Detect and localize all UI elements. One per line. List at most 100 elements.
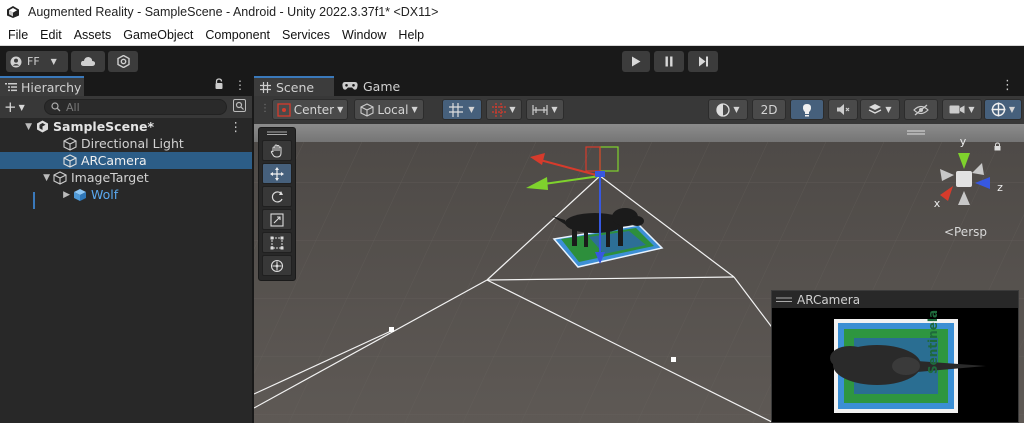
snap-settings-dropdown[interactable]: ▼ bbox=[526, 99, 564, 120]
chevron-down-icon: ▼ bbox=[18, 102, 25, 112]
lightbulb-icon bbox=[802, 103, 812, 116]
cloud-button[interactable] bbox=[71, 51, 105, 72]
frustum-handle[interactable] bbox=[389, 327, 394, 332]
grid-snap-toggle[interactable]: ▼ bbox=[442, 99, 482, 120]
hand-tool-button[interactable] bbox=[262, 140, 292, 161]
tab-scene-label: Scene bbox=[276, 79, 315, 95]
expand-arrow-icon[interactable]: ▼ bbox=[0, 122, 34, 132]
projection-label: Persp bbox=[954, 225, 987, 239]
tree-item-label: Wolf bbox=[91, 187, 119, 202]
play-icon bbox=[632, 56, 641, 67]
kebab-menu-icon[interactable]: ⋮ bbox=[230, 119, 243, 134]
scale-tool-button[interactable] bbox=[262, 209, 292, 230]
rotate-tool-button[interactable] bbox=[262, 186, 292, 207]
chevron-down-icon: ▼ bbox=[468, 105, 475, 114]
hierarchy-panel: Hierarchy ⋮ + ▼ ▼ SampleS bbox=[0, 76, 252, 423]
unity-logo-icon bbox=[7, 6, 19, 18]
transform-icon bbox=[270, 259, 284, 272]
tree-item-samplescene[interactable]: ▼ SampleScene* ⋮ bbox=[0, 118, 252, 135]
step-button[interactable] bbox=[688, 51, 718, 72]
drag-handle-icon[interactable] bbox=[259, 128, 295, 138]
unity-scene-icon bbox=[34, 119, 50, 135]
menu-window[interactable]: Window bbox=[336, 28, 392, 42]
account-button[interactable]: FF ▼ bbox=[6, 51, 68, 72]
add-button[interactable]: + ▼ bbox=[4, 98, 28, 116]
search-filter-icon[interactable] bbox=[233, 99, 246, 115]
tab-hierarchy[interactable]: Hierarchy bbox=[0, 76, 84, 96]
play-button[interactable] bbox=[622, 51, 650, 72]
increment-snap-toggle[interactable]: ▼ bbox=[486, 99, 522, 120]
menu-assets[interactable]: Assets bbox=[68, 28, 118, 42]
tree-item-arcamera[interactable]: ARCamera bbox=[0, 152, 252, 169]
tree-item-directional-light[interactable]: Directional Light bbox=[0, 135, 252, 152]
scale-icon bbox=[270, 212, 284, 227]
pause-button[interactable] bbox=[654, 51, 684, 72]
rect-tool-button[interactable] bbox=[262, 232, 292, 253]
chevron-down-icon: ▼ bbox=[968, 105, 975, 114]
menu-bar: File Edit Assets GameObject Component Se… bbox=[0, 24, 1024, 46]
image-target-text: Sentinela bbox=[926, 310, 940, 374]
camera-preview-title: ARCamera bbox=[797, 292, 861, 307]
frustum-handle[interactable] bbox=[671, 357, 676, 362]
snap-icon bbox=[532, 104, 549, 115]
tab-game[interactable]: Game bbox=[336, 76, 406, 96]
grid-snap-icon bbox=[449, 102, 464, 117]
effects-dropdown[interactable]: ▼ bbox=[860, 99, 900, 120]
prefab-override-bar bbox=[33, 191, 35, 209]
hierarchy-search-input[interactable] bbox=[66, 100, 216, 114]
search-icon bbox=[51, 102, 61, 112]
camera-settings-dropdown[interactable]: ▼ bbox=[942, 99, 982, 120]
tab-game-label: Game bbox=[363, 78, 401, 94]
chevron-down-icon: ▼ bbox=[733, 105, 740, 114]
scene-visibility-toggle[interactable] bbox=[904, 99, 938, 120]
sky bbox=[254, 124, 1024, 142]
chevron-left-icon: < bbox=[943, 225, 954, 239]
collab-icon bbox=[116, 55, 130, 68]
tab-scene[interactable]: Scene bbox=[254, 76, 334, 96]
lighting-toggle[interactable] bbox=[790, 99, 824, 120]
prefab-cube-icon bbox=[72, 187, 88, 203]
tree-item-imagetarget[interactable]: ▼ ImageTarget bbox=[0, 169, 252, 186]
plus-icon: + bbox=[4, 98, 17, 116]
collapse-arrow-icon[interactable]: ▶ bbox=[34, 190, 72, 200]
pivot-center-icon bbox=[277, 102, 291, 117]
menu-edit[interactable]: Edit bbox=[34, 28, 68, 42]
pivot-rotation-dropdown[interactable]: Local ▼ bbox=[354, 99, 424, 120]
tree-item-label: ARCamera bbox=[81, 153, 147, 168]
account-icon bbox=[10, 56, 22, 67]
scene-viewport[interactable]: y z x <Persp ARCamera Sentinela bbox=[254, 124, 1024, 423]
chevron-down-icon: ▼ bbox=[411, 105, 418, 114]
tree-item-wolf[interactable]: ▶ Wolf bbox=[0, 186, 252, 209]
title-bar: Augmented Reality - SampleScene - Androi… bbox=[0, 0, 1024, 24]
kebab-menu-icon[interactable]: ⋮ bbox=[234, 78, 246, 93]
camera-preview-header[interactable]: ARCamera bbox=[772, 291, 1018, 308]
eye-hidden-icon bbox=[913, 104, 929, 115]
tree-item-label: Directional Light bbox=[81, 136, 184, 151]
audio-muted-icon bbox=[837, 104, 850, 115]
menu-component[interactable]: Component bbox=[199, 28, 276, 42]
chevron-down-icon: ▼ bbox=[551, 105, 558, 114]
expand-arrow-icon[interactable]: ▼ bbox=[0, 173, 52, 183]
projection-toggle[interactable]: <Persp bbox=[944, 225, 987, 239]
audio-toggle[interactable] bbox=[828, 99, 858, 120]
lock-icon[interactable] bbox=[214, 78, 224, 93]
move-tool-button[interactable] bbox=[262, 163, 292, 184]
draw-mode-dropdown[interactable]: ▼ bbox=[708, 99, 748, 120]
tree-item-label: SampleScene* bbox=[53, 119, 154, 134]
collab-button[interactable] bbox=[108, 51, 138, 72]
transform-tool-button[interactable] bbox=[262, 255, 292, 276]
grid-icon bbox=[260, 81, 271, 93]
local-cube-icon bbox=[360, 102, 374, 117]
gameobject-cube-icon bbox=[62, 153, 78, 169]
menu-file[interactable]: File bbox=[2, 28, 34, 42]
mode-2d-toggle[interactable]: 2D bbox=[752, 99, 786, 120]
video-camera-icon bbox=[949, 105, 965, 114]
kebab-menu-icon[interactable]: ⋮ bbox=[1001, 78, 1014, 93]
pivot-mode-dropdown[interactable]: Center ▼ bbox=[272, 99, 348, 120]
menu-gameobject[interactable]: GameObject bbox=[117, 28, 199, 42]
tools-overlay bbox=[258, 127, 296, 281]
gizmos-dropdown[interactable]: ▼ bbox=[984, 99, 1022, 120]
menu-help[interactable]: Help bbox=[392, 28, 430, 42]
hierarchy-search-box bbox=[44, 99, 227, 115]
menu-services[interactable]: Services bbox=[276, 28, 336, 42]
